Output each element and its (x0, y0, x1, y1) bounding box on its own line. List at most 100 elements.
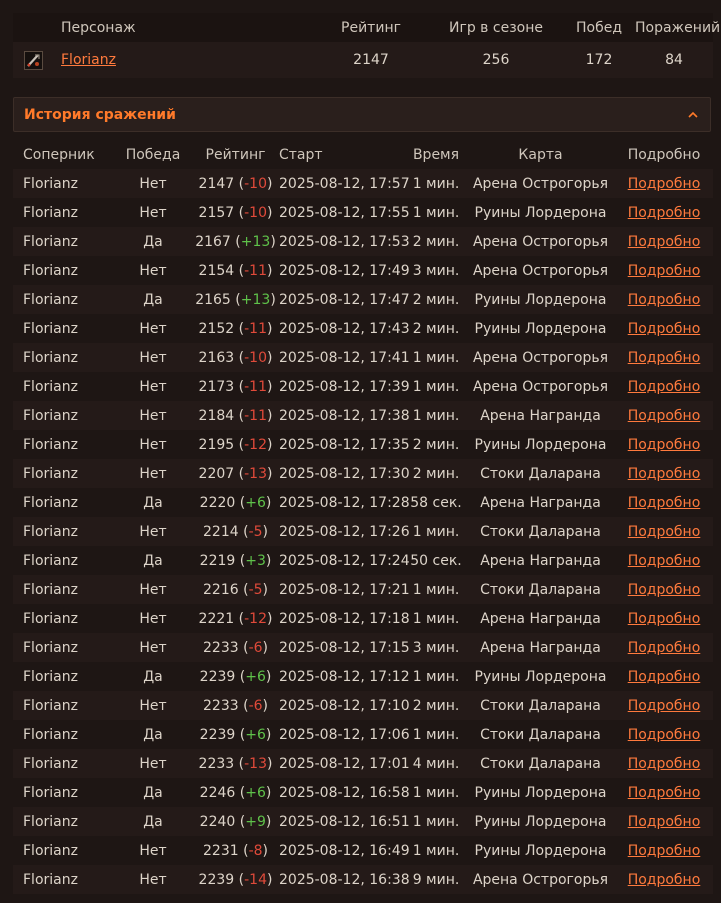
rating-paren-close: ) (266, 465, 273, 482)
details-link[interactable]: Подробно (628, 234, 701, 250)
games-column-header: Игр в сезоне (429, 13, 563, 42)
rating-paren-close: ) (266, 871, 273, 888)
character-wins: 172 (563, 42, 635, 78)
details-link[interactable]: Подробно (628, 727, 701, 743)
rating-change: +13 (240, 291, 271, 308)
details-link[interactable]: Подробно (628, 408, 701, 424)
start-cell: 2025-08-12, 16:49 (279, 836, 410, 865)
rating-paren-close: ) (265, 726, 272, 743)
details-link[interactable]: Подробно (628, 785, 701, 801)
win-cell: Да (114, 807, 192, 836)
details-link[interactable]: Подробно (628, 814, 701, 830)
details-link[interactable]: Подробно (628, 553, 701, 569)
rating-change: -12 (244, 436, 267, 453)
rating-column-header: Рейтинг (192, 141, 279, 169)
details-link[interactable]: Подробно (628, 466, 701, 482)
details-cell: Подробно (615, 662, 713, 691)
details-link[interactable]: Подробно (628, 669, 701, 685)
rating-paren-close: ) (266, 610, 273, 627)
details-link[interactable]: Подробно (628, 495, 701, 511)
time-cell: 1 мин. (406, 517, 466, 546)
table-row: Florianz Нет 2195 (-12) 2025-08-12, 17:35 2 … (13, 430, 713, 459)
table-row: Florianz Нет 2184 (-11) 2025-08-12, 17:38 1 … (13, 401, 713, 430)
rating-cell: 2221 (-12) (192, 604, 279, 633)
table-row: Florianz Нет 2157 (-10) 2025-08-12, 17:55 1 … (13, 198, 713, 227)
time-cell: 58 сек. (406, 488, 466, 517)
rating-paren-close: ) (266, 436, 273, 453)
time-cell: 1 мин. (406, 401, 466, 430)
details-link[interactable]: Подробно (628, 843, 701, 859)
start-cell: 2025-08-12, 17:06 (279, 720, 410, 749)
details-link[interactable]: Подробно (628, 176, 701, 192)
map-cell: Арена Острогорья (466, 227, 615, 256)
rating-value: 2152 (198, 320, 235, 337)
rating-paren-open: ( (235, 813, 246, 830)
details-link[interactable]: Подробно (628, 756, 701, 772)
rating-change: +9 (245, 813, 266, 830)
details-link[interactable]: Подробно (628, 582, 701, 598)
rating-paren-close: ) (265, 784, 272, 801)
opponent-cell: Florianz (13, 372, 114, 401)
rating-change: -8 (248, 842, 263, 859)
map-cell: Стоки Даларана (466, 575, 615, 604)
details-link[interactable]: Подробно (628, 524, 701, 540)
rating-paren-open: ( (234, 378, 245, 395)
rating-change: -10 (244, 204, 267, 221)
rating-cell: 2233 (-6) (192, 691, 279, 720)
rating-cell: 2246 (+6) (192, 778, 279, 807)
map-cell: Руины Лордерона (466, 662, 615, 691)
battle-history-header[interactable]: История сражений (13, 97, 711, 132)
rating-change: -11 (244, 262, 267, 279)
character-name-link[interactable]: Florianz (61, 52, 116, 68)
map-cell: Руины Лордерона (466, 198, 615, 227)
rating-paren-close: ) (266, 262, 273, 279)
details-link[interactable]: Подробно (628, 350, 701, 366)
win-cell: Нет (114, 430, 192, 459)
rating-cell: 2240 (+9) (192, 807, 279, 836)
chevron-up-icon[interactable] (686, 108, 700, 122)
rating-paren-open: ( (234, 755, 245, 772)
details-link[interactable]: Подробно (628, 321, 701, 337)
opponent-cell: Florianz (13, 836, 114, 865)
opponent-cell: Florianz (13, 662, 114, 691)
details-cell: Подробно (615, 169, 713, 198)
rating-cell: 2239 (+6) (192, 662, 279, 691)
win-cell: Да (114, 546, 192, 575)
details-link[interactable]: Подробно (628, 437, 701, 453)
losses-column-header: Поражений (635, 13, 720, 42)
details-link[interactable]: Подробно (628, 698, 701, 714)
time-cell: 2 мин. (406, 430, 466, 459)
details-link[interactable]: Подробно (628, 292, 701, 308)
details-link[interactable]: Подробно (628, 263, 701, 279)
time-cell: 1 мин. (406, 575, 466, 604)
opponent-cell: Florianz (13, 430, 114, 459)
details-cell: Подробно (615, 633, 713, 662)
rating-cell: 2154 (-11) (192, 256, 279, 285)
opponent-cell: Florianz (13, 865, 114, 894)
rating-paren-close: ) (266, 378, 273, 395)
map-cell: Арена Награнда (466, 633, 615, 662)
rating-paren-open: ( (235, 784, 246, 801)
opponent-cell: Florianz (13, 488, 114, 517)
win-cell: Нет (114, 691, 192, 720)
rating-paren-open: ( (234, 320, 245, 337)
details-link[interactable]: Подробно (628, 872, 701, 888)
details-cell: Подробно (615, 430, 713, 459)
table-row: Florianz Нет 2239 (-14) 2025-08-12, 16:38 9 … (13, 865, 713, 894)
rating-paren-open: ( (234, 465, 245, 482)
map-cell: Стоки Даларана (466, 459, 615, 488)
details-link[interactable]: Подробно (628, 640, 701, 656)
details-link[interactable]: Подробно (628, 205, 701, 221)
time-cell: 1 мин. (406, 343, 466, 372)
table-row: Florianz Нет 2154 (-11) 2025-08-12, 17:49 3 … (13, 256, 713, 285)
time-cell: 1 мин. (406, 662, 466, 691)
rating-change: -13 (244, 755, 267, 772)
character-rating: 2147 (313, 42, 429, 78)
opponent-cell: Florianz (13, 401, 114, 430)
details-link[interactable]: Подробно (628, 611, 701, 627)
win-cell: Да (114, 662, 192, 691)
details-cell: Подробно (615, 314, 713, 343)
opponent-column-header: Соперник (13, 141, 114, 169)
details-link[interactable]: Подробно (628, 379, 701, 395)
rating-cell: 2163 (-10) (192, 343, 279, 372)
